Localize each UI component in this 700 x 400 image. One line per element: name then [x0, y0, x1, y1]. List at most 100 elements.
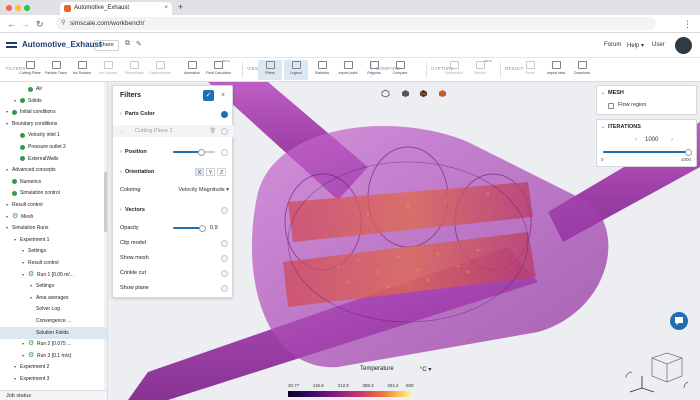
- delete-icon[interactable]: 🗑: [210, 125, 216, 137]
- clip-model-toggle[interactable]: [221, 240, 228, 247]
- tool-filters-button[interactable]: Filters: [258, 60, 282, 80]
- tree-item-mesh[interactable]: ▾ ⚙ Mesh: [0, 211, 107, 223]
- orientation-cube-icon[interactable]: [622, 348, 692, 396]
- expand-arrow-icon[interactable]: ▾: [22, 350, 24, 362]
- tool-cutting-plane-button[interactable]: Cutting Plane: [18, 60, 42, 80]
- avatar[interactable]: [675, 37, 692, 54]
- tool-displacement-button[interactable]: Displacement: [148, 60, 172, 80]
- flow-region-label[interactable]: Flow region: [618, 102, 646, 108]
- expand-arrow-icon[interactable]: ▾: [30, 280, 32, 292]
- collapse-arrow-icon[interactable]: ⌄: [601, 124, 605, 130]
- tool-import-point-button[interactable]: Import point: [336, 60, 360, 80]
- expand-arrow-icon[interactable]: ▾: [22, 245, 24, 257]
- tree-item-advanced-concepts[interactable]: ▾ Advanced concepts: [0, 164, 107, 176]
- project-name[interactable]: Automotive_Exhaust: [22, 40, 102, 49]
- copy-icon[interactable]: ⧉: [125, 40, 130, 48]
- position-settings-icon[interactable]: [221, 149, 228, 156]
- reload-icon[interactable]: ↻: [36, 17, 44, 31]
- collapse-arrow-icon[interactable]: ⌄: [601, 90, 605, 96]
- tree-item-externalwalls[interactable]: ExternalWalls: [0, 153, 107, 165]
- axis-x-button[interactable]: X: [195, 168, 204, 176]
- iteration-increment-icon[interactable]: ›: [671, 137, 673, 143]
- tool-iso-volume-button[interactable]: Iso Volume: [96, 60, 120, 80]
- help-menu[interactable]: Help ▾: [627, 42, 644, 49]
- tree-item-run-1-0-05-m[interactable]: ▾ ⚙ Run 1 [0.05 m/...: [0, 269, 107, 281]
- axis-z-button[interactable]: Z: [217, 168, 226, 176]
- forum-link[interactable]: Forum: [604, 42, 621, 48]
- tree-item-boundary-conditions[interactable]: ▾ Boundary conditions: [0, 118, 107, 130]
- cube-mesh-icon[interactable]: [419, 89, 428, 98]
- tool-regions-button[interactable]: Regions: [362, 60, 386, 80]
- tool-streamlines-button[interactable]: Streamlines: [122, 60, 146, 80]
- show-plane-toggle[interactable]: [221, 285, 228, 292]
- maximize-window-icon[interactable]: [24, 5, 30, 11]
- expand-arrow-icon[interactable]: ▾: [22, 257, 24, 269]
- vectors-row[interactable]: › Vectors: [113, 204, 234, 216]
- expand-arrow-icon[interactable]: ▾: [14, 95, 16, 107]
- opacity-slider[interactable]: [173, 224, 206, 232]
- parts-color-toggle[interactable]: [221, 111, 228, 118]
- tree-item-area-averages[interactable]: ▾ Area averages: [0, 292, 107, 304]
- show-mesh-toggle[interactable]: [221, 255, 228, 262]
- expand-arrow-icon[interactable]: ▾: [14, 373, 16, 385]
- tool-screenshot-button[interactable]: Screenshot: [442, 60, 466, 80]
- tool-record-button[interactable]: Record BETA: [468, 59, 492, 80]
- user-menu[interactable]: User: [652, 42, 665, 48]
- show-plane-row[interactable]: Show plane: [113, 282, 234, 294]
- tree-item-settings[interactable]: ▾ Settings: [0, 245, 107, 257]
- cube-color-icon[interactable]: [438, 89, 447, 98]
- legend-unit-select[interactable]: °C ▾: [420, 366, 431, 373]
- tree-item-solution-fields[interactable]: Solution Fields: [0, 326, 107, 339]
- expand-arrow-icon[interactable]: ▾: [6, 118, 8, 130]
- apply-check-icon[interactable]: ✓: [203, 90, 214, 101]
- tree-item-air[interactable]: Air: [0, 83, 107, 95]
- browser-tab[interactable]: Automotive_Exhaust ×: [60, 2, 172, 15]
- clip-model-row[interactable]: Clip model: [113, 237, 234, 249]
- minimize-window-icon[interactable]: [15, 5, 21, 11]
- expand-arrow-icon[interactable]: ▾: [6, 199, 8, 211]
- tree-item-simulation-runs[interactable]: ▾ Simulation Runs: [0, 222, 107, 234]
- crinkle-cut-toggle[interactable]: [221, 270, 228, 277]
- tree-item-numerics[interactable]: Numerics: [0, 176, 107, 188]
- tool-particle-trace-button[interactable]: Particle Trace: [44, 60, 68, 80]
- iteration-value[interactable]: 1000: [645, 137, 658, 143]
- tool-legend-button[interactable]: Legend: [284, 60, 308, 80]
- axis-y-button[interactable]: Y: [206, 168, 215, 176]
- tool-reset-button[interactable]: Reset: [518, 60, 542, 80]
- cutting-plane-toggle[interactable]: [221, 128, 228, 135]
- tree-item-initial-conditions[interactable]: ▾ Initial conditions: [0, 106, 107, 118]
- tool-iso-surface-button[interactable]: Iso Surface: [70, 60, 94, 80]
- cube-outline-icon[interactable]: [381, 89, 390, 98]
- share-button[interactable]: Share: [94, 40, 119, 51]
- close-window-icon[interactable]: [6, 5, 12, 11]
- url-field[interactable]: ⚲ simscale.com/workbench/: [56, 17, 656, 30]
- close-panel-icon[interactable]: ×: [221, 90, 225, 101]
- expand-arrow-icon[interactable]: ▾: [30, 292, 32, 304]
- expand-arrow-icon[interactable]: ▾: [22, 269, 24, 281]
- tool-compare-button[interactable]: Compare: [388, 60, 412, 80]
- expand-arrow-icon[interactable]: ▾: [6, 164, 8, 176]
- tree-item-run-3-0-1-m-s[interactable]: ▾ ⚙ Run 3 [0.1 m/s]: [0, 350, 107, 362]
- crinkle-cut-row[interactable]: Crinkle cut: [113, 267, 234, 279]
- tree-item-experiment-1[interactable]: ▾ Experiment 1: [0, 234, 107, 246]
- tree-item-settings[interactable]: ▾ Settings: [0, 280, 107, 292]
- tree-item-result-control[interactable]: ▾ Result control: [0, 199, 107, 211]
- tree-item-convergence[interactable]: Convergence ...: [0, 315, 107, 327]
- show-mesh-row[interactable]: Show mesh: [113, 252, 234, 264]
- edit-icon[interactable]: ✎: [136, 40, 142, 48]
- expand-arrow-icon[interactable]: ▾: [6, 222, 8, 234]
- tree-item-experiment-3[interactable]: ▾ Experiment 3: [0, 373, 107, 385]
- tool-field-calculator-button[interactable]: Field Calculator BETA: [206, 59, 231, 80]
- expand-arrow-icon[interactable]: ▾: [6, 211, 8, 223]
- job-status-bar[interactable]: Job status: [0, 390, 107, 400]
- chat-button[interactable]: [670, 312, 688, 330]
- expand-arrow-icon[interactable]: ▾: [14, 234, 16, 246]
- browser-menu-icon[interactable]: ⋮: [683, 17, 692, 31]
- parts-color-row[interactable]: › Parts Color: [113, 108, 234, 120]
- position-slider[interactable]: [173, 148, 215, 156]
- tree-item-simulation-control[interactable]: Simulation control: [0, 187, 107, 199]
- tool-download-button[interactable]: Download: [570, 60, 594, 80]
- cutting-plane-row[interactable]: ⌄ Cutting Plane 1 🗑: [113, 125, 234, 137]
- vectors-toggle[interactable]: [221, 207, 228, 214]
- tree-item-velocity-inlet-1[interactable]: Velocity inlet 1: [0, 129, 107, 141]
